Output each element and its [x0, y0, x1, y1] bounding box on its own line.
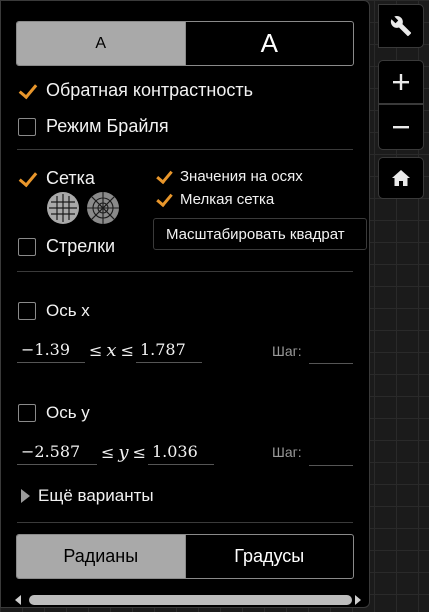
- y-axis-range: −2.587 ≤ y ≤ 1.036: [17, 439, 214, 465]
- divider: [17, 149, 353, 150]
- angle-mode-toggle: Радианы Градусы: [16, 534, 354, 579]
- x-min-relation: ≤: [89, 340, 103, 360]
- x-variable: x: [106, 339, 117, 361]
- x-axis-option[interactable]: Ось x: [18, 301, 90, 321]
- x-step-label: Шаг:: [272, 343, 302, 359]
- x-min-input[interactable]: −1.39: [17, 337, 85, 363]
- y-max-input[interactable]: 1.036: [147, 439, 214, 465]
- x-max-input[interactable]: 1.787: [135, 337, 202, 363]
- polar-grid-icon[interactable]: [86, 191, 120, 225]
- scroll-right-icon[interactable]: [355, 595, 361, 605]
- braille-mode-checkbox[interactable]: [18, 117, 36, 136]
- triangle-right-icon: [21, 489, 30, 503]
- home-icon: [392, 170, 410, 186]
- arrows-checkbox[interactable]: [18, 237, 36, 256]
- x-step-input[interactable]: [309, 337, 353, 364]
- divider: [17, 522, 353, 523]
- reverse-contrast-label: Обратная контрастность: [46, 80, 253, 100]
- degrees-button[interactable]: Градусы: [184, 535, 354, 578]
- cartesian-grid-icon[interactable]: [46, 191, 80, 225]
- axis-numbers-option[interactable]: Значения на осях: [156, 168, 303, 185]
- reverse-contrast-checkbox[interactable]: [18, 81, 36, 100]
- wrench-icon: [390, 16, 412, 37]
- y-axis-option[interactable]: Ось y: [18, 403, 90, 423]
- grid-label: Сетка: [46, 168, 95, 188]
- arrows-label: Стрелки: [46, 236, 116, 256]
- braille-mode-option[interactable]: Режим Брайля: [18, 116, 169, 137]
- y-max-relation: ≤: [132, 442, 146, 462]
- zoom-out-icon: [393, 126, 409, 129]
- graph-settings-panel: A A Обратная контрастность Режим Брайля …: [0, 0, 370, 608]
- y-variable: y: [118, 441, 129, 463]
- horizontal-scrollbar[interactable]: [11, 593, 361, 607]
- arrows-option[interactable]: Стрелки: [18, 236, 115, 257]
- home-button[interactable]: [378, 157, 424, 199]
- font-size-large-button[interactable]: A: [184, 22, 354, 65]
- font-size-toggle: A A: [16, 21, 354, 66]
- grid-checkbox[interactable]: [18, 169, 36, 188]
- more-options-toggle[interactable]: Ещё варианты: [21, 486, 154, 506]
- minor-grid-checkbox[interactable]: [156, 191, 172, 208]
- grid-option[interactable]: Сетка: [18, 168, 95, 189]
- minor-grid-option[interactable]: Мелкая сетка: [156, 191, 274, 208]
- axis-numbers-checkbox[interactable]: [156, 168, 172, 185]
- font-size-small-button[interactable]: A: [17, 22, 185, 65]
- divider: [17, 271, 353, 272]
- scale-square-label: Масштабировать квадрат: [166, 225, 345, 243]
- axis-numbers-label: Значения на осях: [180, 168, 303, 185]
- x-axis-label: Ось x: [46, 301, 90, 320]
- zoom-in-icon: [393, 74, 409, 90]
- x-max-relation: ≤: [120, 340, 134, 360]
- scrollbar-thumb[interactable]: [29, 595, 352, 605]
- y-axis-label: Ось y: [46, 403, 90, 422]
- zoom-out-button[interactable]: [378, 104, 424, 150]
- minor-grid-label: Мелкая сетка: [180, 191, 275, 208]
- y-step-label: Шаг:: [272, 444, 302, 460]
- y-min-relation: ≤: [101, 442, 115, 462]
- more-options-label: Ещё варианты: [38, 486, 154, 505]
- scale-square-tooltip[interactable]: Масштабировать квадрат: [153, 218, 367, 250]
- radians-button[interactable]: Радианы: [17, 535, 185, 578]
- x-axis-checkbox[interactable]: [18, 302, 36, 320]
- y-step-input[interactable]: [309, 439, 353, 466]
- settings-button[interactable]: [378, 4, 424, 48]
- braille-mode-label: Режим Брайля: [46, 116, 169, 136]
- zoom-in-button[interactable]: [378, 60, 424, 104]
- y-axis-checkbox[interactable]: [18, 404, 36, 422]
- reverse-contrast-option[interactable]: Обратная контрастность: [18, 80, 253, 101]
- y-min-input[interactable]: −2.587: [17, 439, 97, 465]
- x-axis-range: −1.39 ≤ x ≤ 1.787: [17, 337, 202, 363]
- scroll-left-icon[interactable]: [15, 595, 21, 605]
